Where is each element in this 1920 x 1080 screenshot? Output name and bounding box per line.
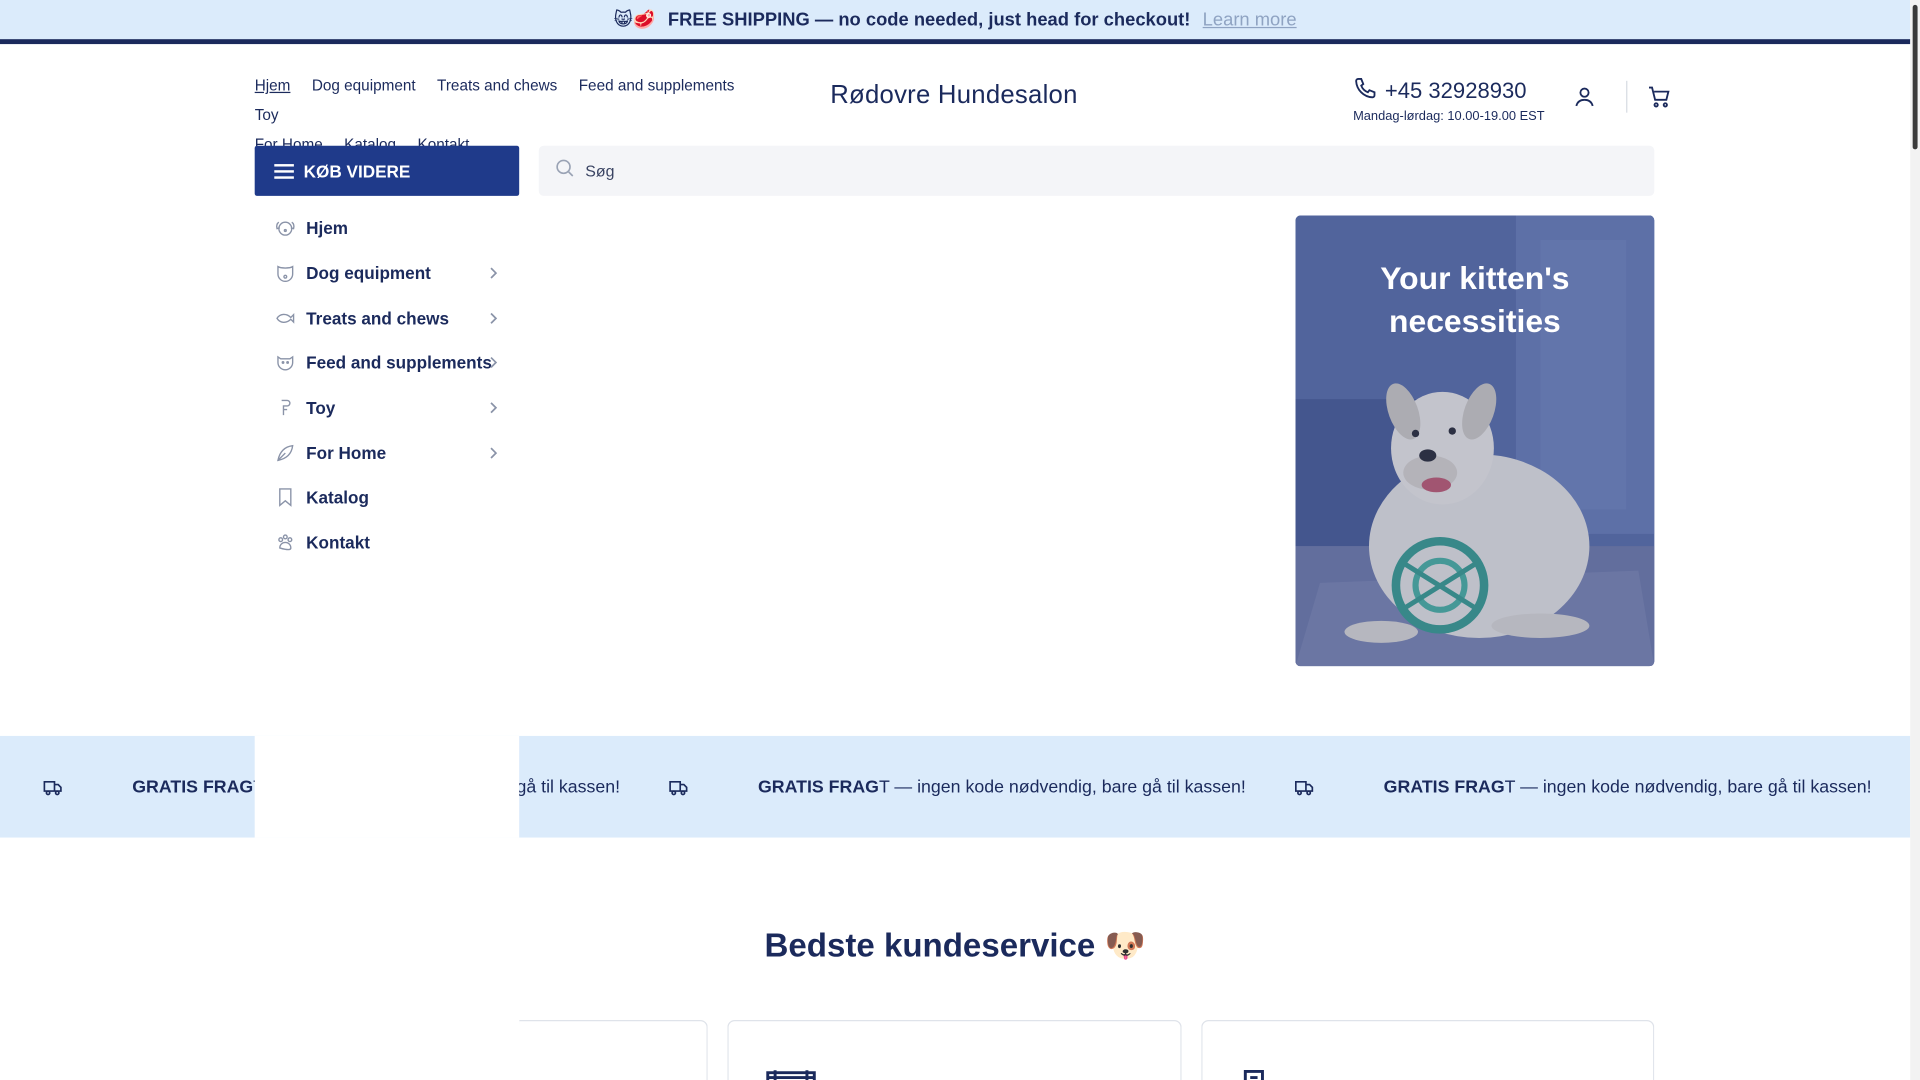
chevron-right-icon [490,312,498,324]
truck-icon [669,781,688,796]
chevron-right-icon [490,402,498,414]
sidemenu-label: Treats and chews [306,308,450,328]
paw-icon [274,532,296,554]
topnav-feed-and-supplements[interactable]: Feed and supplements [579,71,735,100]
truck-icon [1295,781,1314,796]
ticker-bold: GRATIS FRAG [1383,776,1505,797]
phone-number: +45 32928930 [1384,78,1527,103]
search-icon [553,157,575,185]
sidemenu-item-toy[interactable]: Toy [255,385,519,430]
scrollbar-thumb[interactable] [1912,4,1918,150]
sidemenu-label: Feed and supplements [306,353,492,373]
opening-hours: Mandag-lørdag: 10.00-19.00 EST [1353,108,1545,124]
chevron-right-icon [490,267,498,279]
chevron-right-icon [490,357,498,369]
topnav-hjem[interactable]: Hjem [255,71,291,100]
collar-icon [274,262,296,284]
service-section-title: Bedste kundeservice 🐶 [0,926,1910,965]
hero-title: Your kitten's necessities [1296,257,1655,343]
learn-more-link[interactable]: Learn more [1203,9,1297,30]
fish-icon [274,307,296,329]
service-card[interactable] [727,1020,1182,1080]
sidemenu-label: Hjem [306,218,349,238]
account-icon[interactable] [1570,82,1599,111]
calendar-icon [766,1070,816,1080]
ticker-message: GRATIS FRAGT — ingen kode nødvendig, bar… [1384,736,1872,838]
sidemenu-item-for-home[interactable]: For Home [255,430,519,475]
hero-title-line1: Your kitten's [1380,259,1570,297]
sidemenu-item-dog-equipment[interactable]: Dog equipment [255,251,519,296]
sidemenu-label: Dog equipment [306,263,431,283]
toy-icon [274,397,296,419]
service-title-emoji: 🐶 [1104,926,1146,964]
bookmark-icon [274,487,296,509]
receipt-icon [1243,1069,1264,1080]
contact-phone[interactable]: +45 32928930 Mandag-lørdag: 10.00-19.00 … [1353,76,1545,124]
ticker-bold: GRATIS FRAG [132,776,254,797]
site-logo[interactable]: Rødovre Hundesalon [830,81,1077,110]
shop-menu-label: KØB VIDERE [303,161,411,181]
service-card[interactable] [1201,1020,1655,1080]
sidemenu-item-feed-and-supplements[interactable]: Feed and supplements [255,340,519,385]
menu-panel-overlay [254,735,520,838]
ticker-rest: T — ingen kode nødvendig, bare gå til ka… [878,776,1246,797]
truck-icon [43,781,62,796]
bowl-icon [274,352,296,374]
announcement-emoji: 😸🥩 [613,9,656,31]
service-card[interactable] [519,1020,708,1080]
hamburger-icon [274,160,294,182]
hero-title-line2: necessities [1389,302,1561,340]
sidemenu-item-treats-and-chews[interactable]: Treats and chews [255,296,519,341]
search-input[interactable] [585,161,1565,181]
announcement-text: FREE SHIPPING — no code needed, just hea… [667,9,1191,31]
shop-menu-button[interactable]: KØB VIDERE [254,145,520,196]
dog-face-icon [274,217,296,239]
leaf-icon [274,442,296,464]
category-menu: Hjem Dog equipment Treats and chews Feed… [255,206,519,565]
sidemenu-label: Katalog [306,487,369,508]
ticker-bold: GRATIS FRAG [757,776,879,797]
ticker-rest: T — ingen kode nødvendig, bare gå til ka… [1504,776,1872,797]
cart-icon[interactable] [1645,82,1674,111]
topnav-toy[interactable]: Toy [255,100,279,129]
hero-banner[interactable]: Your kitten's necessities [1295,215,1655,667]
sidemenu-label: Toy [306,398,336,418]
search-bar [538,145,1655,196]
sidemenu-item-hjem[interactable]: Hjem [255,206,519,251]
sidemenu-label: Kontakt [306,532,370,553]
topnav-treats-and-chews[interactable]: Treats and chews [437,71,557,100]
topnav-dog-equipment[interactable]: Dog equipment [312,71,416,100]
header-divider [1626,80,1628,113]
header-actions [1570,80,1674,113]
chevron-right-icon [490,447,498,459]
ticker-message: GRATIS FRAGT — ingen kode nødvendig, bar… [758,736,1246,838]
sidemenu-label: For Home [306,443,387,463]
phone-icon [1353,76,1377,107]
service-title-text: Bedste kundeservice [764,926,1096,964]
page-scrollbar[interactable] [1910,0,1920,1080]
sidemenu-item-katalog[interactable]: Katalog [255,475,519,520]
sidemenu-item-kontakt[interactable]: Kontakt [255,520,519,565]
announcement-bar: 😸🥩 FREE SHIPPING — no code needed, just … [0,0,1911,45]
